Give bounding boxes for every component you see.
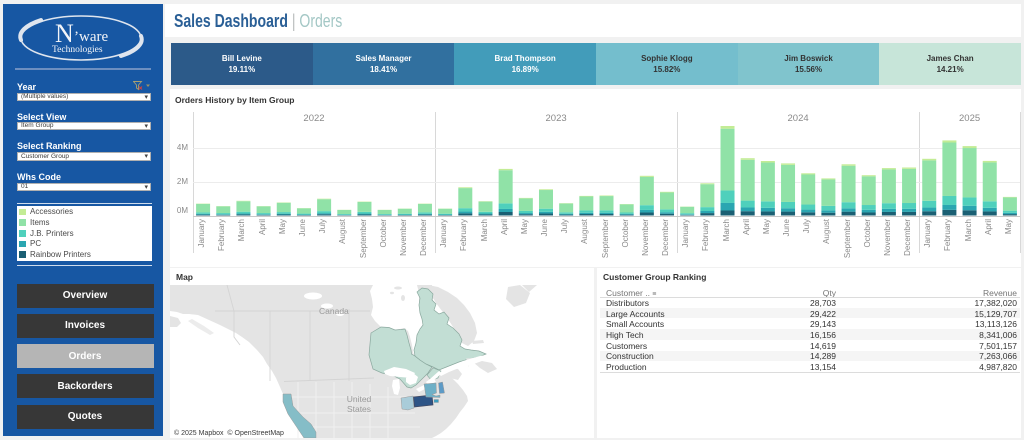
svg-text:N: N [55, 19, 74, 48]
svg-text:’ware: ’ware [74, 29, 108, 45]
svg-text:Technologies: Technologies [52, 45, 103, 55]
